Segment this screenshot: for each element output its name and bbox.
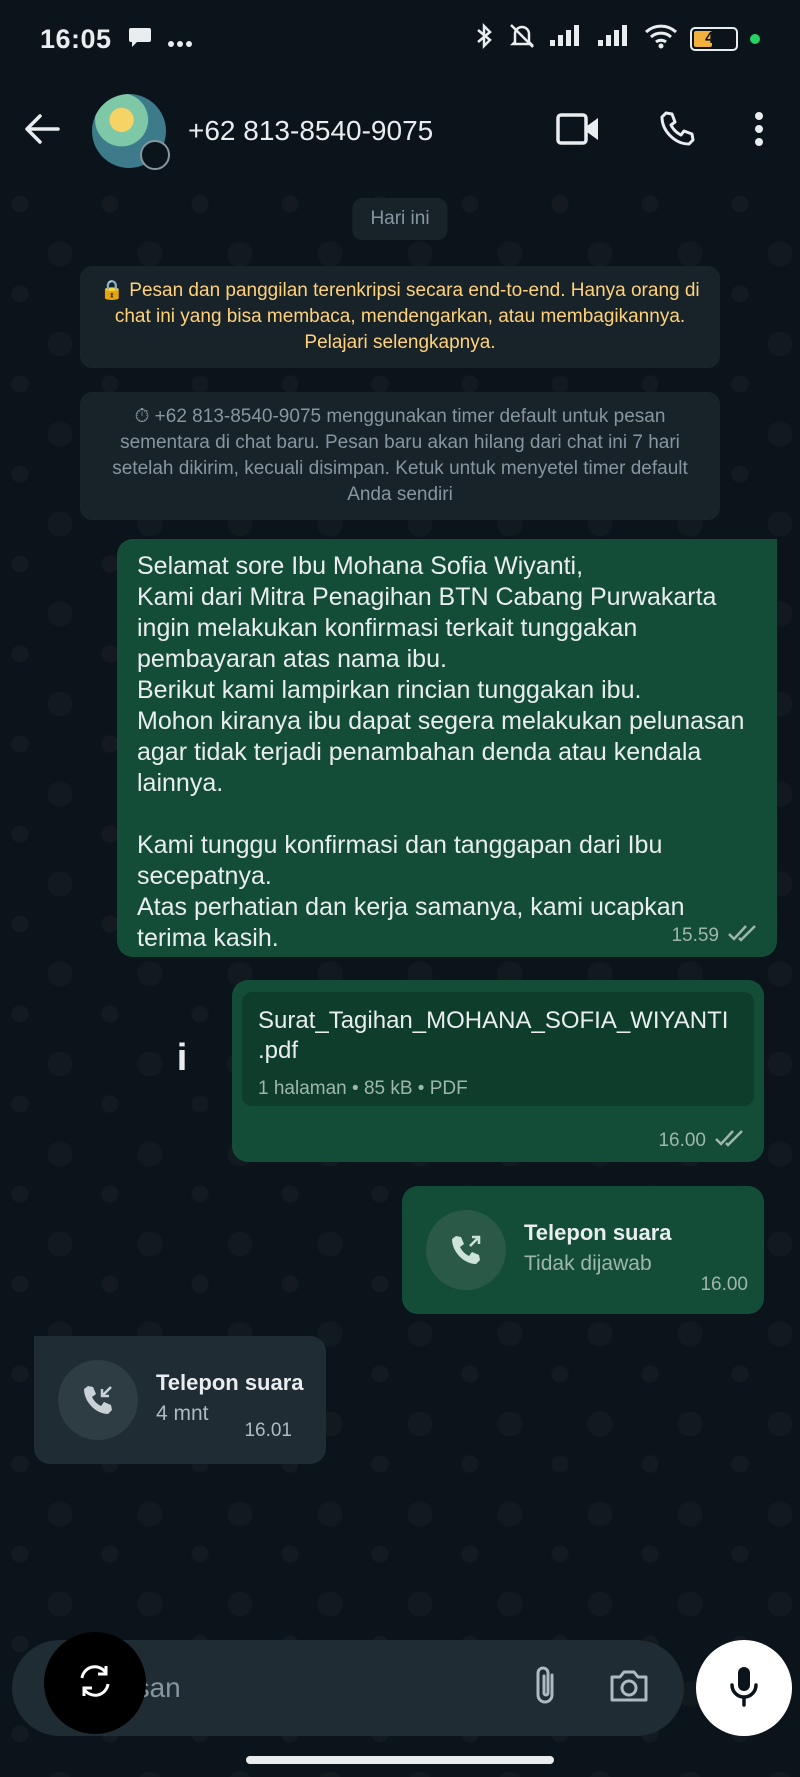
- more-options-icon[interactable]: [754, 111, 764, 151]
- privacy-indicator-dot: [750, 34, 760, 44]
- disappearing-timer-notice[interactable]: ⏱ +62 813-8540-9075 menggunakan timer de…: [80, 392, 720, 520]
- document-info: 1 halaman • 85 kB • PDF: [258, 1078, 468, 1099]
- voice-message-button[interactable]: [696, 1640, 792, 1736]
- rotate-screen-icon: [76, 1662, 114, 1705]
- floating-rotate-button[interactable]: [44, 1632, 146, 1734]
- incoming-call-icon: [58, 1360, 138, 1440]
- camera-icon[interactable]: [608, 1668, 650, 1709]
- encryption-notice[interactable]: 🔒 Pesan dan panggilan terenkripsi secara…: [80, 266, 720, 368]
- wifi-icon: [644, 23, 678, 56]
- battery-indicator: 45: [690, 27, 738, 51]
- signal-2-icon: [596, 24, 632, 55]
- double-check-icon: [714, 1128, 746, 1154]
- document-file-name: Surat_Tagihan_MOHANA_SOFIA_WIYANTI .pdf: [258, 1007, 729, 1064]
- status-time: 16:05: [40, 23, 112, 54]
- chat-bubble-notification-icon: [128, 24, 152, 55]
- bluetooth-icon: [474, 22, 496, 57]
- outgoing-document-message[interactable]: i Surat_Tagihan_MOHANA_SOFIA_WIYANTI .pd…: [177, 980, 764, 1162]
- outgoing-text-message[interactable]: Selamat sore Ibu Mohana Sofia Wiyanti, K…: [117, 539, 777, 957]
- double-check-icon: [727, 923, 759, 949]
- message-meta: 15.59: [671, 923, 759, 949]
- more-notifications-icon: [167, 24, 192, 55]
- call-title: Telepon suara: [156, 1370, 304, 1395]
- voice-call-icon[interactable]: [658, 110, 696, 153]
- silent-bell-icon: [508, 22, 536, 57]
- call-title: Telepon suara: [524, 1220, 672, 1245]
- info-icon[interactable]: i: [170, 1038, 194, 1078]
- chat-area[interactable]: Hari ini 🔒 Pesan dan panggilan terenkrip…: [0, 184, 800, 1777]
- outgoing-call-message[interactable]: Telepon suara Tidak dijawab 16.00: [402, 1186, 764, 1314]
- battery-level: 45: [705, 30, 723, 47]
- date-chip: Hari ini: [352, 198, 448, 240]
- message-meta: 16.01: [244, 1420, 292, 1442]
- disappearing-timer-badge-icon: [140, 140, 170, 170]
- message-meta: 16.00: [700, 1274, 748, 1296]
- contact-avatar[interactable]: [92, 94, 170, 170]
- contact-name[interactable]: +62 813-8540-9075: [188, 115, 433, 147]
- home-indicator[interactable]: [246, 1756, 554, 1764]
- chat-header: +62 813-8540-9075: [0, 78, 800, 184]
- signal-1-icon: [548, 24, 584, 55]
- message-time: 15.59: [671, 925, 719, 946]
- call-status: Tidak dijawab: [524, 1252, 652, 1275]
- incoming-call-message[interactable]: Telepon suara 4 mnt 16.01: [34, 1336, 326, 1464]
- video-call-icon[interactable]: [556, 112, 600, 151]
- message-time: 16.01: [244, 1420, 292, 1441]
- message-text: Selamat sore Ibu Mohana Sofia Wiyanti, K…: [137, 552, 745, 952]
- status-bar: 16:05 45: [0, 0, 800, 78]
- message-time: 16.00: [658, 1130, 706, 1151]
- message-meta: 16.00: [658, 1128, 746, 1154]
- document-card[interactable]: Surat_Tagihan_MOHANA_SOFIA_WIYANTI .pdf …: [242, 992, 754, 1106]
- microphone-icon: [729, 1665, 759, 1712]
- attach-paperclip-icon[interactable]: [532, 1665, 558, 1712]
- call-duration: 4 mnt: [156, 1402, 209, 1425]
- message-time: 16.00: [700, 1274, 748, 1295]
- outgoing-call-icon: [426, 1210, 506, 1290]
- back-arrow-icon[interactable]: [24, 113, 60, 150]
